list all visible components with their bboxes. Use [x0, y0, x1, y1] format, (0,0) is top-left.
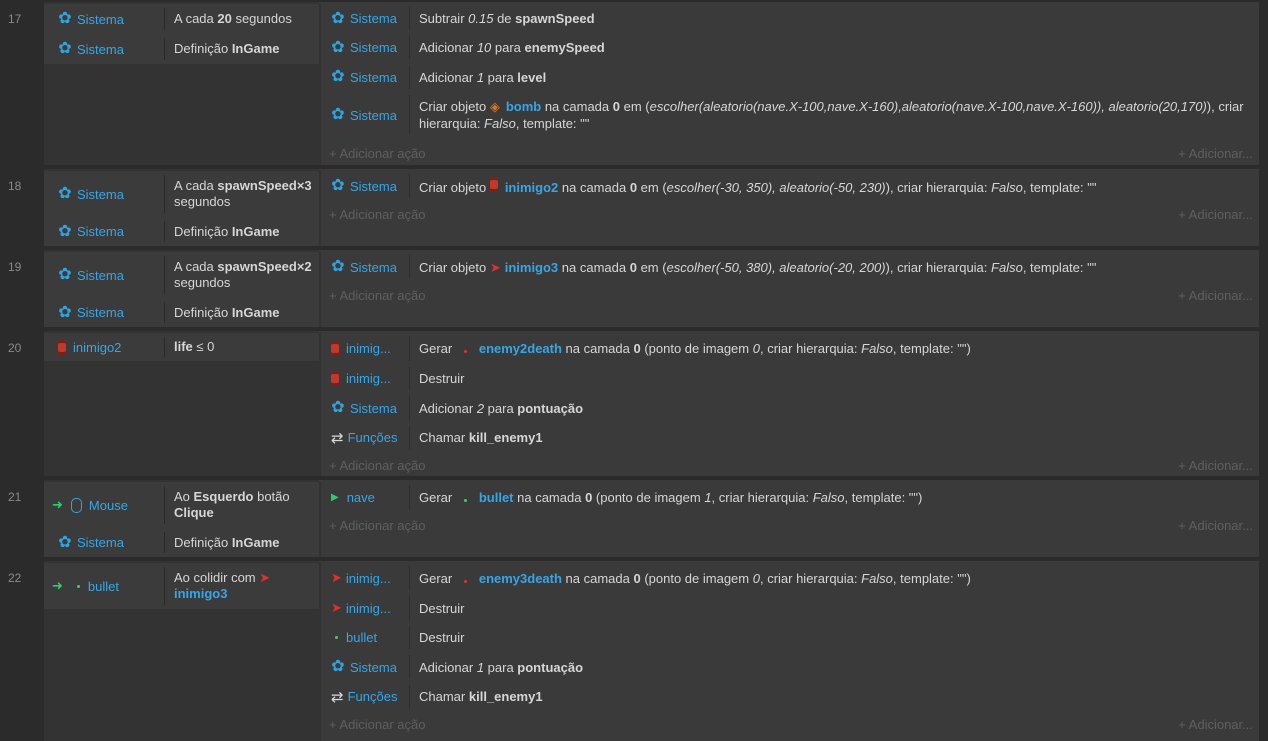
- gear-icon: ✿: [58, 303, 72, 321]
- condition[interactable]: ✿ Sistema Definição InGame: [44, 217, 319, 246]
- action[interactable]: ➤ inimig... Gerar enemy3death na camada 0…: [321, 563, 1259, 593]
- gear-icon: ✿: [58, 185, 72, 202]
- barrel-icon: [58, 339, 66, 355]
- conditions: ✿ Sistema A cada 20 segundos ✿ Sistema Def…: [44, 2, 319, 165]
- add-action-button[interactable]: + Adicionar ação: [329, 717, 425, 732]
- bomb-icon: ◈: [489, 99, 500, 114]
- add-more-button[interactable]: + Adicionar...: [1178, 518, 1253, 533]
- condition[interactable]: ✿ Sistema A cada spawnSpeed×2 segundos: [44, 252, 319, 298]
- action[interactable]: ✿ Sistema Subtrair 0.15 de spawnSpeed: [321, 4, 1259, 33]
- gear-icon: ✿: [331, 258, 345, 275]
- actions: ➤ inimig... Gerar enemy3death na camada 0…: [321, 561, 1259, 741]
- action[interactable]: inimig... Gerar enemy2death na camada 0 …: [321, 333, 1259, 364]
- action[interactable]: ✿ Sistema Criar objeto ➤ inimigo3 na camad…: [321, 252, 1259, 282]
- gear-icon: ✿: [331, 399, 345, 416]
- add-more-button[interactable]: + Adicionar...: [1178, 288, 1253, 303]
- condition[interactable]: ✿ Sistema A cada 20 segundos: [44, 4, 319, 34]
- gear-icon: ✿: [331, 68, 345, 85]
- actions: ✿ Sistema Subtrair 0.15 de spawnSpeed ✿ Si…: [321, 2, 1259, 165]
- event-number: 22: [8, 571, 22, 585]
- event-17[interactable]: 17 ✿ Sistema A cada 20 segundos ✿ Sistema …: [0, 2, 1268, 168]
- fish-icon: ➤: [489, 259, 501, 275]
- bullet-icon: [335, 636, 338, 639]
- ship-icon: ▶: [331, 492, 339, 503]
- condition[interactable]: ➜ Mouse Ao Esquerdo botão Clique: [44, 482, 319, 528]
- barrel-icon: [331, 371, 339, 386]
- action[interactable]: ⇄ Funções Chamar kill_enemy1: [321, 682, 1259, 711]
- action[interactable]: ✿ Sistema Adicionar 2 para pontuação: [321, 393, 1259, 423]
- sprite-icon: [463, 579, 467, 583]
- event-22[interactable]: 22 ➜ bullet Ao colidir com ➤ inimigo3 ➤ ini…: [0, 561, 1268, 741]
- action[interactable]: ✿ Sistema Criar objeto inimigo2 na camada…: [321, 171, 1259, 201]
- action[interactable]: inimig... Destruir: [321, 364, 1259, 393]
- condition[interactable]: ✿ Sistema A cada spawnSpeed×3 segundos: [44, 171, 319, 217]
- fish-icon: ➤: [259, 570, 271, 585]
- event-18[interactable]: 18 ✿ Sistema A cada spawnSpeed×3 segundos …: [0, 169, 1268, 249]
- actions: ▶ nave Gerar bullet na camada 0 (ponto de…: [321, 480, 1259, 557]
- event-number: 20: [8, 341, 22, 355]
- fish-icon: ➤: [331, 600, 342, 615]
- gear-icon: ✿: [331, 177, 345, 194]
- gear-icon: ✿: [331, 38, 345, 56]
- sprite-icon: [463, 350, 467, 353]
- gear-icon: ✿: [331, 658, 345, 675]
- gear-icon: ✿: [331, 106, 345, 123]
- gear-icon: ✿: [58, 533, 72, 551]
- add-more-button[interactable]: + Adicionar...: [1178, 717, 1253, 732]
- functions-icon: ⇄: [331, 429, 344, 447]
- action[interactable]: ✿ Sistema Criar objeto ◈ bomb na camada 0 …: [321, 92, 1259, 138]
- action[interactable]: ✿ Sistema Adicionar 1 para pontuação: [321, 652, 1259, 682]
- actions: ✿ Sistema Criar objeto ➤ inimigo3 na camad…: [321, 250, 1259, 327]
- event-number: 17: [8, 12, 22, 26]
- conditions: ✿ Sistema A cada spawnSpeed×2 segundos ✿ Si…: [44, 250, 319, 327]
- add-more-button[interactable]: + Adicionar...: [1178, 207, 1253, 222]
- gear-icon: ✿: [58, 266, 72, 283]
- event-number: 21: [8, 490, 22, 504]
- action[interactable]: ✿ Sistema Adicionar 1 para level: [321, 62, 1259, 92]
- bullet-icon: [463, 499, 467, 502]
- gear-icon: ✿: [331, 9, 345, 27]
- trigger-arrow-icon: ➜: [52, 578, 63, 593]
- action[interactable]: bullet Destruir: [321, 623, 1259, 652]
- barrel-icon: [489, 176, 498, 192]
- condition[interactable]: inimigo2 life ≤ 0: [44, 333, 319, 361]
- event-19[interactable]: 19 ✿ Sistema A cada spawnSpeed×2 segundos …: [0, 250, 1268, 330]
- gear-icon: ✿: [58, 40, 72, 57]
- mouse-icon: [70, 497, 82, 513]
- condition[interactable]: ➜ bullet Ao colidir com ➤ inimigo3: [44, 563, 319, 609]
- add-action-button[interactable]: + Adicionar ação: [329, 146, 425, 161]
- gear-icon: ✿: [58, 222, 72, 240]
- event-number: 18: [8, 179, 22, 193]
- fish-icon: ➤: [331, 570, 342, 585]
- conditions: ✿ Sistema A cada spawnSpeed×3 segundos ✿ Si…: [44, 169, 319, 246]
- add-action-button[interactable]: + Adicionar ação: [329, 518, 425, 533]
- condition[interactable]: ✿ Sistema Definição InGame: [44, 34, 319, 64]
- event-21[interactable]: 21 ➜ Mouse Ao Esquerdo botão Clique ✿ Siste…: [0, 480, 1268, 560]
- condition[interactable]: ✿ Sistema Definição InGame: [44, 528, 319, 557]
- add-action-button[interactable]: + Adicionar ação: [329, 458, 425, 473]
- trigger-arrow-icon: ➜: [52, 497, 63, 512]
- action[interactable]: ▶ nave Gerar bullet na camada 0 (ponto de…: [321, 482, 1259, 513]
- event-20[interactable]: 20 inimigo2 life ≤ 0 inimig... Gerar ene…: [0, 331, 1268, 479]
- actions: inimig... Gerar enemy2death na camada 0 …: [321, 331, 1259, 476]
- action[interactable]: ✿ Sistema Adicionar 10 para enemySpeed: [321, 33, 1259, 62]
- condition[interactable]: ✿ Sistema Definição InGame: [44, 298, 319, 327]
- conditions: ➜ bullet Ao colidir com ➤ inimigo3: [44, 561, 319, 741]
- conditions: ➜ Mouse Ao Esquerdo botão Clique ✿ Sistema …: [44, 480, 319, 557]
- conditions: inimigo2 life ≤ 0: [44, 331, 319, 476]
- actions: ✿ Sistema Criar objeto inimigo2 na camada…: [321, 169, 1259, 246]
- functions-icon: ⇄: [331, 688, 344, 706]
- add-action-button[interactable]: + Adicionar ação: [329, 207, 425, 222]
- add-more-button[interactable]: + Adicionar...: [1178, 458, 1253, 473]
- barrel-icon: [331, 341, 339, 356]
- action[interactable]: ⇄ Funções Chamar kill_enemy1: [321, 423, 1259, 452]
- bullet-icon: [76, 584, 80, 588]
- add-action-button[interactable]: + Adicionar ação: [329, 288, 425, 303]
- add-more-button[interactable]: + Adicionar...: [1178, 146, 1253, 161]
- gear-icon: ✿: [58, 10, 72, 27]
- event-number: 19: [8, 260, 22, 274]
- action[interactable]: ➤ inimig... Destruir: [321, 593, 1259, 623]
